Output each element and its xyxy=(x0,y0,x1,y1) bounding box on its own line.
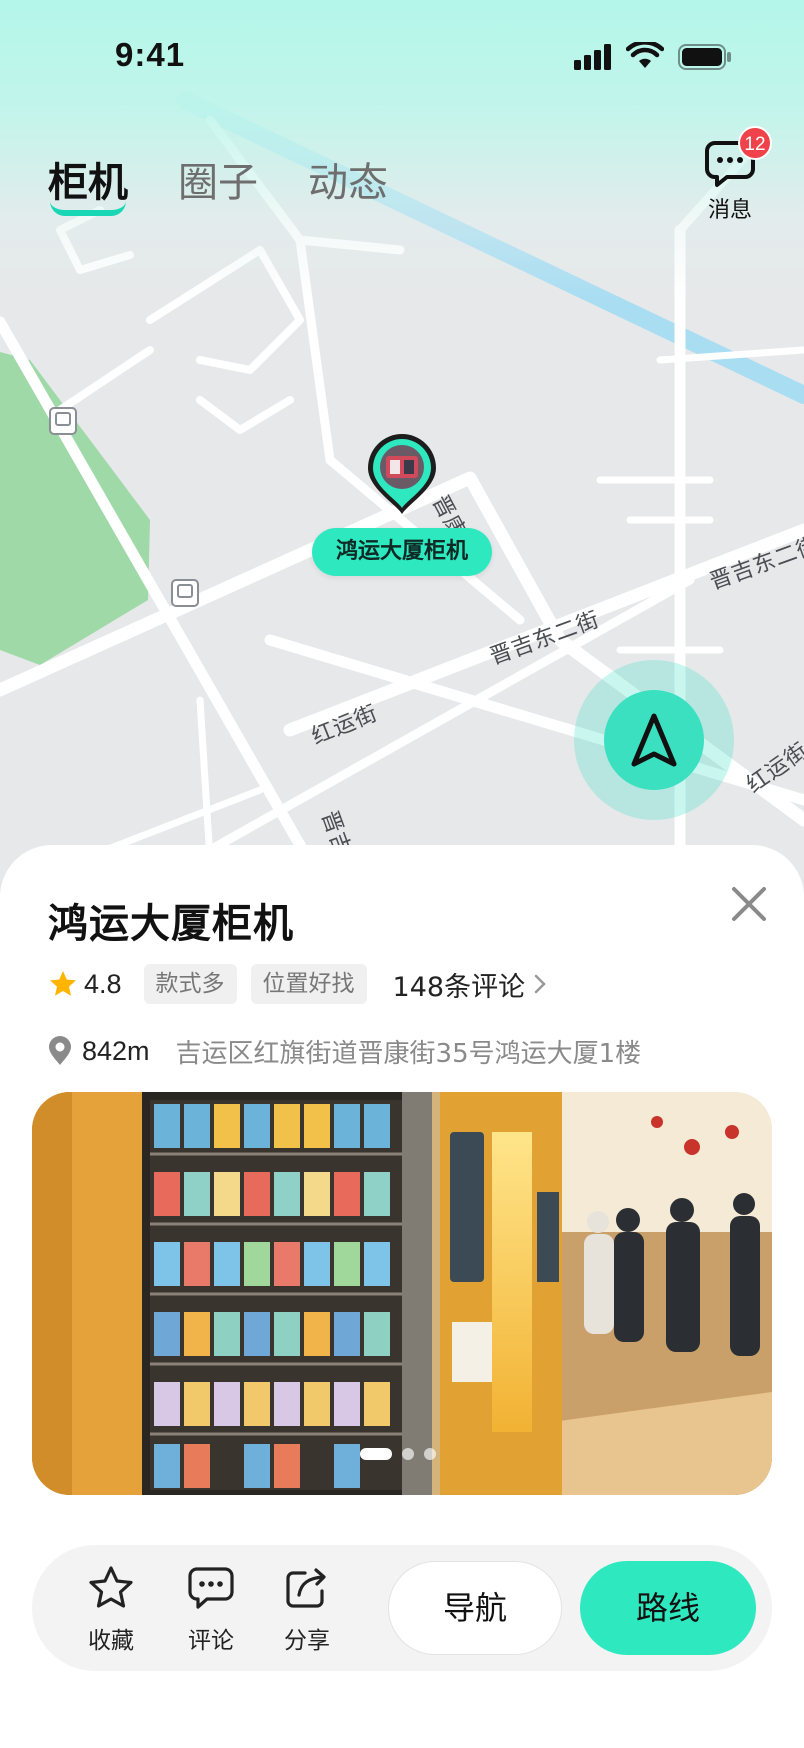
share-label: 分享 xyxy=(284,1628,330,1654)
close-icon xyxy=(732,887,766,921)
bottom-action-bar: 收藏 评论 分享 导航 路线 xyxy=(32,1545,772,1671)
cellular-signal-icon xyxy=(574,44,611,70)
carousel-dot[interactable] xyxy=(360,1448,392,1460)
marker-label[interactable]: 鸿运大厦柜机 xyxy=(312,528,492,576)
share-button[interactable]: 分享 xyxy=(272,1565,342,1655)
tab-cabinet[interactable]: 柜机 xyxy=(48,150,128,216)
close-button[interactable] xyxy=(726,881,772,927)
location-pin-icon xyxy=(49,1036,71,1065)
messages-label: 消息 xyxy=(707,198,752,223)
bus-stop-icon xyxy=(171,579,199,607)
navigate-locate-button[interactable] xyxy=(574,660,734,820)
carousel-dot[interactable] xyxy=(424,1448,436,1460)
unread-badge: 12 xyxy=(738,126,772,160)
tag: 位置好找 xyxy=(250,964,367,1004)
messages-button[interactable]: 12 消息 xyxy=(700,126,772,228)
distance: 842m xyxy=(82,1035,150,1066)
status-time: 9:41 xyxy=(115,36,186,73)
place-detail-sheet: 鸿运大厦柜机 4.8 款式多 位置好找 148条评论 842m 吉运区红旗街道晋… xyxy=(0,845,804,1748)
tag: 款式多 xyxy=(143,964,237,1004)
favorite-button[interactable]: 收藏 xyxy=(76,1565,146,1655)
cabinet-map-marker[interactable] xyxy=(366,432,438,516)
reviews-link[interactable]: 148条评论 xyxy=(393,965,550,1004)
reviews-count: 148条评论 xyxy=(392,971,526,1003)
battery-icon xyxy=(678,44,731,70)
map-view[interactable]: 晋康街 晋吉东二街 晋吉东二街 红运街 红运街 晋吉北 9:41 柜机 圈子 动… xyxy=(0,0,804,900)
comment-label: 评论 xyxy=(188,1628,234,1654)
star-outline-icon xyxy=(89,1566,133,1608)
wifi-icon xyxy=(626,42,664,68)
chevron-right-icon xyxy=(534,974,546,994)
navigation-arrow-icon xyxy=(631,713,677,767)
address-row: 842m 吉运区红旗街道晋康街35号鸿运大厦1楼 xyxy=(48,1031,641,1071)
product-shelves xyxy=(150,1100,402,1490)
address: 吉运区红旗街道晋康街35号鸿运大厦1楼 xyxy=(175,1038,642,1069)
comment-icon xyxy=(188,1567,234,1609)
tab-circle[interactable]: 圈子 xyxy=(178,150,258,208)
tab-feed[interactable]: 动态 xyxy=(308,150,388,208)
bus-stop-icon xyxy=(49,407,77,435)
place-photo-carousel[interactable] xyxy=(32,1092,772,1495)
rating-value: 4.8 xyxy=(84,968,122,999)
vending-machine-photo xyxy=(32,1092,772,1495)
route-button[interactable]: 路线 xyxy=(580,1561,756,1655)
rating-row: 4.8 款式多 位置好找 148条评论 xyxy=(48,963,549,1005)
navigate-button[interactable]: 导航 xyxy=(388,1561,562,1655)
favorite-label: 收藏 xyxy=(88,1628,134,1654)
carousel-dot[interactable] xyxy=(402,1448,414,1460)
star-icon xyxy=(50,971,76,996)
top-tabs: 柜机 圈子 动态 xyxy=(48,150,438,216)
carousel-dots xyxy=(360,1448,446,1460)
share-icon xyxy=(286,1568,326,1608)
location-pin-icon xyxy=(368,434,436,514)
comment-button[interactable]: 评论 xyxy=(176,1565,246,1655)
status-bar: 9:41 xyxy=(0,0,804,110)
place-title: 鸿运大厦柜机 xyxy=(48,901,294,947)
